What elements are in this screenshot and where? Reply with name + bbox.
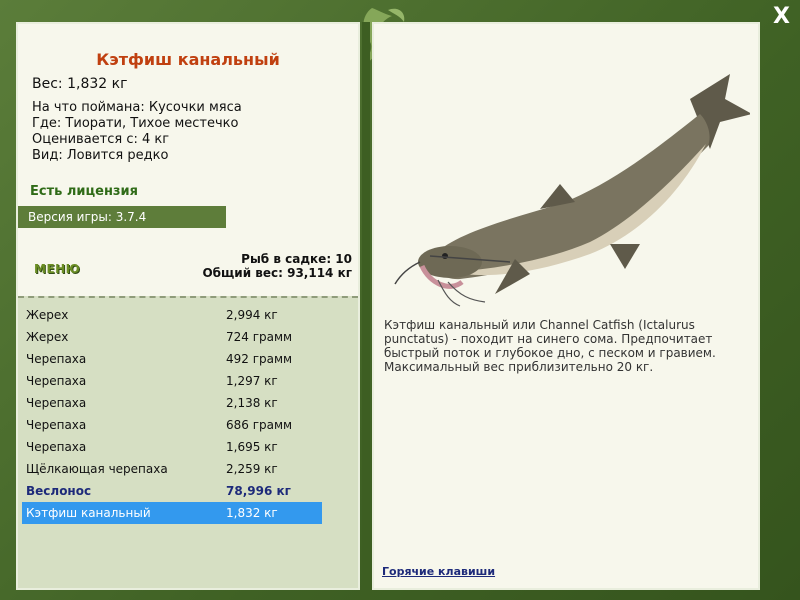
estimated-line: Оценивается с: 4 кг bbox=[32, 132, 170, 147]
list-item[interactable]: Черепаха 1,297 кг bbox=[22, 370, 322, 392]
fish-description: Кэтфиш канальный или Channel Catfish (Ic… bbox=[384, 318, 716, 374]
panel-divider bbox=[362, 22, 370, 590]
list-item[interactable]: Щёлкающая черепаха 2,259 кг bbox=[22, 458, 322, 480]
list-item[interactable]: Черепаха 2,138 кг bbox=[22, 392, 322, 414]
caught-on-line: На что поймана: Кусочки мяса bbox=[32, 100, 242, 115]
list-item[interactable]: Жерех 2,994 кг bbox=[22, 304, 322, 326]
catch-list: Жерех 2,994 кг Жерех 724 грамм Черепаха 492… bbox=[22, 304, 322, 524]
fish-info-panel: Кэтфиш канальный Вес: 1,832 кг На что по… bbox=[16, 22, 360, 590]
list-item[interactable]: Черепаха 492 грамм bbox=[22, 348, 322, 370]
close-button[interactable]: X bbox=[773, 4, 790, 30]
catfish-image bbox=[394, 74, 750, 307]
location-line: Где: Тиорати, Тихое местечко bbox=[32, 116, 239, 131]
fish-info-block: На что поймана: Кусочки мяса Где: Тиорат… bbox=[32, 100, 242, 164]
fish-weight: Вес: 1,832 кг bbox=[32, 76, 128, 92]
list-item[interactable]: Жерех 724 грамм bbox=[22, 326, 322, 348]
fish-title: Кэтфиш канальный bbox=[96, 50, 280, 69]
section-divider bbox=[18, 296, 358, 298]
list-item-selected[interactable]: Кэтфиш канальный 1,832 кг bbox=[22, 502, 322, 524]
total-weight: Общий вес: 93,114 кг bbox=[202, 266, 352, 280]
game-version-bar: Версия игры: 3.7.4 bbox=[18, 206, 226, 228]
list-item-record[interactable]: Веслонос 78,996 кг bbox=[22, 480, 322, 502]
rarity-line: Вид: Ловится редко bbox=[32, 148, 169, 163]
list-item[interactable]: Черепаха 1,695 кг bbox=[22, 436, 322, 458]
fish-preview-panel: Кэтфиш канальный или Channel Catfish (Ic… bbox=[372, 22, 760, 590]
keepnet-stats: Рыб в садке: 10 Общий вес: 93,114 кг bbox=[202, 252, 352, 280]
fish-count: Рыб в садке: 10 bbox=[241, 252, 352, 266]
license-status: Есть лицензия bbox=[30, 184, 138, 199]
hotkeys-link[interactable]: Горячие клавиши bbox=[382, 565, 495, 578]
list-item[interactable]: Черепаха 686 грамм bbox=[22, 414, 322, 436]
menu-button[interactable]: МЕНЮ bbox=[34, 262, 80, 276]
